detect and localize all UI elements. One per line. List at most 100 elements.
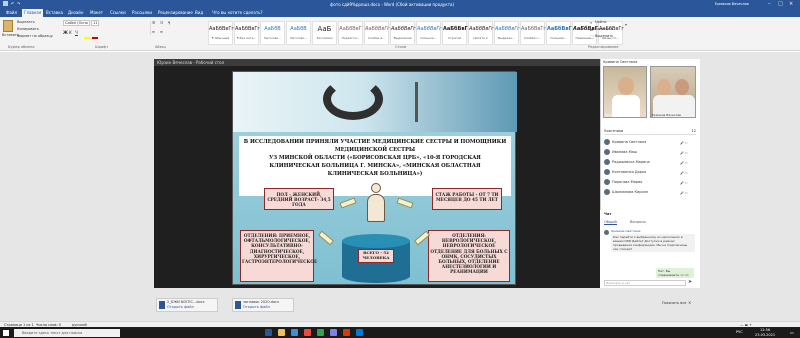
font-size-select[interactable]: 11: [91, 20, 99, 26]
tab-references[interactable]: Ссылки: [108, 9, 128, 17]
pilcrow-icon[interactable]: ¶: [168, 21, 170, 25]
style-heading2[interactable]: АаБбВ Заголово...: [286, 21, 311, 45]
replace-icon[interactable]: ⇄: [590, 27, 593, 32]
language-indicator[interactable]: РУС: [736, 330, 743, 334]
style-subtle-emphasis[interactable]: АаБбВвГг Слабое в...: [364, 21, 390, 45]
style-sample: АаБбВвГг: [547, 26, 575, 32]
participant-row[interactable]: Колтовенко Дарья 🎤 ▭: [604, 168, 696, 176]
chat-tab-general[interactable]: Общий: [604, 220, 617, 225]
replace-button[interactable]: Заменить: [595, 27, 613, 31]
style-intense-emphasis[interactable]: АаБбВвГг Сильное...: [416, 21, 442, 45]
highlight-color-icon[interactable]: [84, 37, 90, 39]
style-heading1[interactable]: АаБбВ Заголово...: [260, 21, 285, 45]
participant-video-2[interactable]: Ермаков Вячеслав: [650, 66, 696, 118]
participant-face: [657, 79, 671, 95]
underline-button[interactable]: Ч: [75, 30, 78, 35]
style-intense-reference[interactable]: АаБбВвГг Сильная...: [546, 21, 575, 45]
open-doc-1[interactable]: 2_БЖИ NOITIC...docx Открыть файл: [156, 298, 218, 312]
edge-icon[interactable]: [291, 329, 298, 336]
participant-controls-icon[interactable]: 🎤 ▭: [680, 159, 694, 165]
redo-icon[interactable]: ↷: [17, 1, 20, 6]
find-button[interactable]: Найти: [595, 20, 606, 24]
tab-home[interactable]: Главная: [22, 9, 44, 17]
numbering-icon[interactable]: ☷: [160, 21, 163, 25]
meeting-app-icon[interactable]: [330, 329, 337, 336]
copy-button[interactable]: Копировать: [17, 27, 39, 31]
align-left-icon[interactable]: ≡: [152, 30, 155, 34]
opera-icon[interactable]: [304, 329, 311, 336]
avatar: [604, 179, 610, 185]
account-name[interactable]: Ермаков Вячеслав: [715, 2, 749, 6]
show-all-link[interactable]: Показать все: [662, 301, 686, 305]
style-no-spacing[interactable]: АаБбВвГг, ¶ Без инте...: [234, 21, 262, 45]
participant-name: Радишевска Марина: [612, 160, 650, 164]
slide-line4: КЛИНИЧЕСКАЯ БОЛЬНИЦА»): [327, 171, 423, 177]
undo-icon[interactable]: ↶: [11, 1, 14, 6]
style-list-paragraph[interactable]: АаБбВвГг Абзац сп...: [598, 21, 624, 45]
tab-insert[interactable]: Вставка: [44, 9, 65, 17]
style-subtitle[interactable]: АаБбВвГ Подзагол...: [338, 21, 363, 45]
bullets-icon[interactable]: ☰: [152, 21, 155, 25]
participant-row[interactable]: Иванова Маш 🎤 ▭: [604, 148, 696, 156]
participant-controls-icon[interactable]: 🎤 ▭: [680, 179, 694, 185]
style-title[interactable]: АаБ Заголовок: [312, 21, 337, 45]
save-icon[interactable]: [3, 1, 8, 6]
participant-row[interactable]: Пирогова Мария 🎤 ▭: [604, 178, 696, 186]
bold-button[interactable]: Ж: [63, 30, 68, 35]
maximize-icon[interactable]: □: [778, 1, 783, 7]
chat-tab-questions[interactable]: Вопросы: [630, 220, 646, 224]
tab-review[interactable]: Рецензирование: [156, 9, 195, 17]
chrome-icon[interactable]: [317, 329, 324, 336]
person-icon: [367, 183, 385, 223]
participant-video-1[interactable]: Кривина Светлана: [603, 66, 647, 118]
format-painter-button[interactable]: Формат по образцу: [17, 34, 53, 38]
style-normal[interactable]: АаБбВвГг, ¶ Обычный: [208, 21, 236, 45]
select-icon[interactable]: ⬚: [590, 34, 594, 39]
participant-controls-icon[interactable]: 🎤 ▭: [680, 149, 694, 155]
style-emphasis[interactable]: АаБбВвГг Выделение: [390, 21, 416, 45]
participant-row[interactable]: Радишевска Марина 🎤 ▭: [604, 158, 696, 166]
tab-file[interactable]: Файл: [4, 9, 19, 17]
powerpoint-icon[interactable]: [343, 329, 350, 336]
style-intense-quote[interactable]: АаБбВвГг Выделен...: [494, 21, 520, 45]
font-name-select[interactable]: Calibri (Осно: [63, 20, 90, 26]
font-color-icon[interactable]: [92, 37, 98, 39]
notifications-icon[interactable]: ▭: [790, 330, 794, 335]
style-strong[interactable]: АаБбВвГг Строгий: [442, 21, 470, 45]
taskbar-search-input[interactable]: Введите здесь текст для поиска: [14, 328, 120, 337]
style-subtle-reference[interactable]: АаБбВвГг Слабая с...: [520, 21, 546, 45]
close-icon[interactable]: ×: [688, 300, 691, 305]
clock[interactable]: 12:56 23.03.2021: [755, 328, 775, 338]
participant-controls-icon[interactable]: 🎤 ▭: [680, 169, 694, 175]
style-quote[interactable]: АаБбВвГг Цитата 2: [468, 21, 494, 45]
chat-input[interactable]: Написать в чат: [604, 280, 686, 286]
cut-button[interactable]: Вырезать: [17, 20, 35, 24]
chat-reply-time: 12:49: [680, 273, 689, 277]
participant-row[interactable]: Кривина Светлана 🎤 ▭: [604, 138, 696, 146]
tab-layout[interactable]: Макет: [88, 9, 105, 17]
open-doc-2[interactable]: заглавок 2020.docx Открыть файл: [232, 298, 294, 312]
open-doc-action[interactable]: Открыть файл: [167, 305, 215, 310]
tab-mailings[interactable]: Рассылки: [130, 9, 154, 17]
find-icon[interactable]: ⌕: [590, 20, 592, 25]
participant-controls-icon[interactable]: 🎤 ▭: [680, 189, 694, 195]
select-button[interactable]: Выделить: [595, 34, 613, 38]
tab-design[interactable]: Дизайн: [66, 9, 86, 17]
open-doc-action[interactable]: Открыть файл: [243, 305, 291, 310]
close-icon[interactable]: ×: [789, 1, 793, 7]
align-center-icon[interactable]: ≡: [160, 30, 163, 34]
paste-icon[interactable]: [3, 20, 13, 32]
mail-icon[interactable]: [356, 329, 363, 336]
tell-me-search[interactable]: Что вы хотите сделать?: [210, 9, 265, 17]
participant-controls-icon[interactable]: 🎤 ▭: [680, 139, 694, 145]
italic-button[interactable]: К: [69, 30, 72, 35]
style-book-title[interactable]: АаБбВвГг Название...: [572, 21, 600, 45]
participant-row[interactable]: Шахманова Кирилл 🎤 ▭: [604, 188, 696, 196]
word-taskbar-icon[interactable]: [265, 329, 272, 336]
send-icon[interactable]: ➤: [688, 279, 692, 285]
file-explorer-icon[interactable]: [278, 329, 285, 336]
tab-view[interactable]: Вид: [193, 9, 205, 17]
styles-scroll-icon[interactable]: ▾: [625, 22, 627, 27]
windows-start-icon[interactable]: [3, 330, 9, 336]
minimize-icon[interactable]: –: [768, 1, 771, 7]
